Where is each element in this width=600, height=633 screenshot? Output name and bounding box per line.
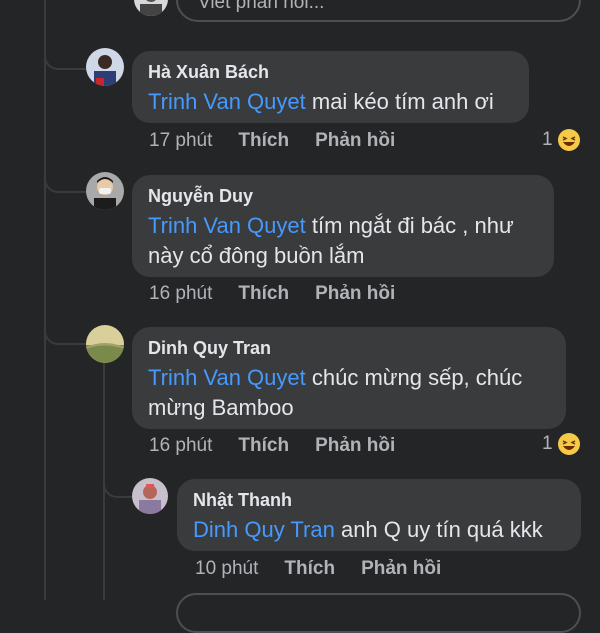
reply-input[interactable]: Viết phản hồi... [176, 0, 581, 22]
reaction-count: 1 [542, 433, 553, 454]
comment-time[interactable]: 17 phút [149, 130, 212, 152]
reply-button[interactable]: Phản hồi [315, 435, 395, 457]
like-button[interactable]: Thích [284, 558, 335, 580]
reply-input-placeholder: Viết phản hồi... [198, 0, 325, 13]
comment-text: Dinh Quy Tran anh Q uy tín quá kkk [193, 515, 565, 545]
comment-body: mai kéo tím anh ơi [305, 89, 494, 114]
reaction-count: 1 [542, 129, 553, 150]
comment-meta: 16 phút Thích Phản hồi [149, 283, 395, 305]
reaction-summary[interactable]: 1 [542, 128, 581, 152]
avatar[interactable] [132, 478, 168, 514]
comment-text: Trinh Van Quyet chúc mừng sếp, chúc mừng… [148, 363, 550, 423]
comment-bubble: Nhật Thanh Dinh Quy Tran anh Q uy tín qu… [177, 479, 581, 551]
like-button[interactable]: Thích [238, 435, 289, 457]
mention-link[interactable]: Dinh Quy Tran [193, 517, 335, 542]
comment-time[interactable]: 10 phút [195, 558, 258, 580]
comment-author[interactable]: Nguyễn Duy [148, 185, 538, 207]
comment-meta: 17 phút Thích Phản hồi [149, 130, 395, 152]
thread-connector [44, 315, 88, 345]
comment-bubble: Nguyễn Duy Trinh Van Quyet tím ngắt đi b… [132, 175, 554, 277]
reply-button[interactable]: Phản hồi [315, 130, 395, 152]
like-button[interactable]: Thích [238, 130, 289, 152]
comment-meta: 10 phút Thích Phản hồi [195, 558, 441, 580]
comment-text: Trinh Van Quyet mai kéo tím anh ơi [148, 87, 513, 117]
comment-time[interactable]: 16 phút [149, 283, 212, 305]
mention-link[interactable]: Trinh Van Quyet [148, 89, 306, 114]
comment-body: anh Q uy tín quá kkk [334, 517, 543, 542]
avatar[interactable] [134, 0, 168, 16]
reply-button[interactable]: Phản hồi [361, 558, 441, 580]
comment-author[interactable]: Nhật Thanh [193, 489, 565, 511]
comment-bubble: Hà Xuân Bách Trinh Van Quyet mai kéo tím… [132, 51, 529, 123]
comment-time[interactable]: 16 phút [149, 435, 212, 457]
avatar[interactable] [86, 325, 124, 363]
avatar[interactable] [86, 48, 124, 86]
thread-connector [103, 470, 133, 498]
reaction-summary[interactable]: 1 [542, 432, 581, 456]
mention-link[interactable]: Trinh Van Quyet [148, 365, 306, 390]
comment-author[interactable]: Dinh Quy Tran [148, 337, 550, 359]
reply-button[interactable]: Phản hồi [315, 283, 395, 305]
avatar[interactable] [86, 172, 124, 210]
laughing-emoji-icon [557, 433, 580, 455]
reply-input-bottom[interactable] [176, 593, 581, 633]
thread-connector [44, 40, 88, 70]
thread-connector [44, 163, 88, 193]
like-button[interactable]: Thích [238, 283, 289, 305]
comment-bubble: Dinh Quy Tran Trinh Van Quyet chúc mừng … [132, 327, 566, 429]
mention-link[interactable]: Trinh Van Quyet [148, 213, 306, 238]
comment-meta: 16 phút Thích Phản hồi [149, 435, 395, 457]
thread-line-main [44, 0, 46, 600]
comment-text: Trinh Van Quyet tím ngắt đi bác , như nà… [148, 211, 538, 271]
laughing-emoji-icon [557, 129, 580, 151]
comment-author[interactable]: Hà Xuân Bách [148, 61, 513, 83]
